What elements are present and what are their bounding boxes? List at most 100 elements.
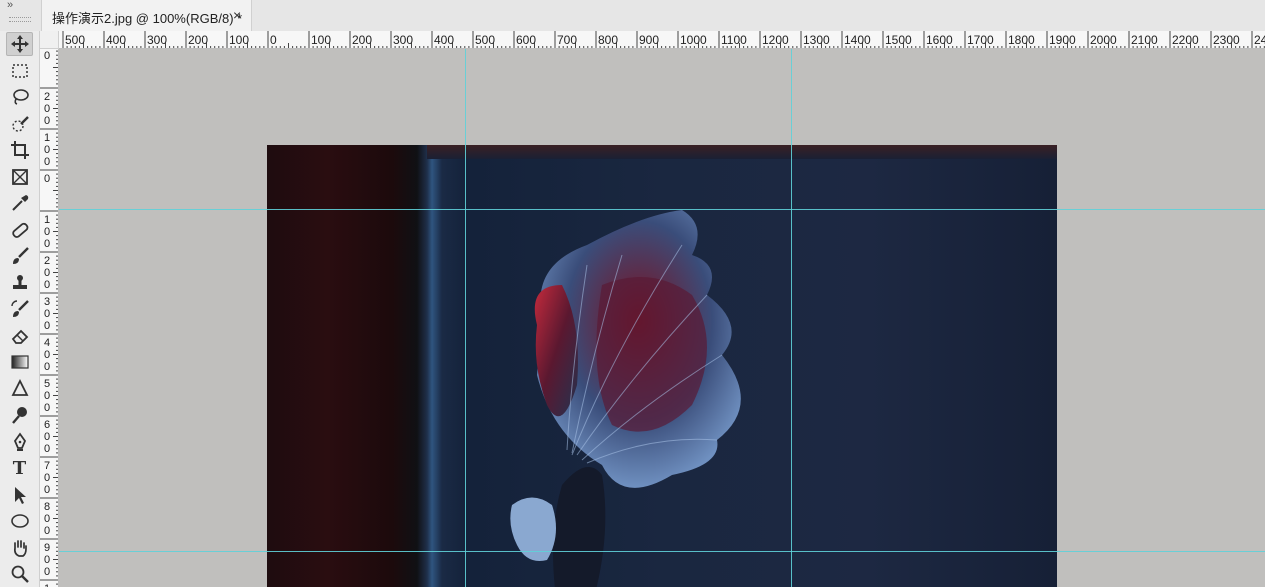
ruler-label: 1300 xyxy=(803,33,830,47)
grip-icon[interactable] xyxy=(9,17,31,22)
rect-marquee-icon xyxy=(11,64,28,78)
ruler-label: 300 xyxy=(147,33,168,47)
ruler-label: 0 xyxy=(43,50,51,62)
ruler-label: 1900 xyxy=(1049,33,1076,47)
lasso-icon xyxy=(12,89,29,105)
ruler-label: 3 xyxy=(43,296,51,308)
ruler-label: 400 xyxy=(106,33,127,47)
ruler-label: 900 xyxy=(639,33,660,47)
document-tab-title[interactable]: 操作演示2.jpg @ 100%(RGB/8) * xyxy=(52,8,242,27)
document-image[interactable] xyxy=(267,145,1057,587)
ruler-label: 24 xyxy=(1254,33,1265,47)
brush-tool[interactable] xyxy=(6,244,33,268)
ruler-label: 0 xyxy=(43,144,51,156)
dodge-tool[interactable] xyxy=(6,403,33,427)
zoom-tool[interactable] xyxy=(6,562,33,586)
frame-icon xyxy=(11,169,28,185)
ruler-label: 500 xyxy=(475,33,496,47)
ruler-label: 1000 xyxy=(680,33,707,47)
eyedropper-icon xyxy=(11,195,28,211)
ruler-label: 2100 xyxy=(1131,33,1158,47)
ruler-label: 2000 xyxy=(1090,33,1117,47)
ruler-label: 600 xyxy=(516,33,537,47)
ruler-label: 2300 xyxy=(1213,33,1240,47)
ruler-label: 2200 xyxy=(1172,33,1199,47)
ruler-label: 0 xyxy=(43,443,51,455)
ruler-label: 0 xyxy=(43,173,51,185)
ruler-label: 0 xyxy=(43,566,51,578)
frame-tool[interactable] xyxy=(6,165,33,189)
ruler-label: 100 xyxy=(229,33,250,47)
hand-icon xyxy=(13,540,27,557)
ruler-label: 0 xyxy=(43,390,51,402)
ruler-label: 0 xyxy=(43,115,51,127)
hand-tool[interactable] xyxy=(6,536,33,560)
horizontal-guide-1[interactable] xyxy=(59,209,1265,210)
history-brush-icon xyxy=(10,300,29,317)
move-icon xyxy=(10,35,29,53)
pen-icon xyxy=(13,432,26,451)
ruler-label: 1700 xyxy=(967,33,994,47)
quick-selection-tool[interactable] xyxy=(6,112,33,136)
ruler-label: 1800 xyxy=(1008,33,1035,47)
canvas-pasteboard[interactable] xyxy=(59,49,1265,587)
blur-icon xyxy=(11,379,28,396)
vertical-ruler[interactable]: 020010001002003004005006007008009001 xyxy=(40,49,59,587)
ellipse-icon xyxy=(10,514,29,528)
ruler-label: 1100 xyxy=(721,33,747,47)
vertical-guide-2[interactable] xyxy=(791,49,792,587)
crop-tool[interactable] xyxy=(6,138,33,162)
move-tool[interactable] xyxy=(6,32,33,56)
document-tab-bar: » 操作演示2.jpg @ 100%(RGB/8) * × xyxy=(0,0,1265,32)
blur-tool[interactable] xyxy=(6,377,33,401)
eraser-icon xyxy=(11,329,28,344)
ruler-label: 0 xyxy=(43,349,51,361)
collapse-chevron-icon[interactable]: » xyxy=(7,0,13,11)
ruler-label: 0 xyxy=(43,103,51,115)
ruler-label: 1 xyxy=(43,132,51,144)
stamp-icon xyxy=(12,275,27,289)
ruler-label: 0 xyxy=(43,156,51,168)
path-selection-tool[interactable] xyxy=(6,483,33,507)
ruler-label: 300 xyxy=(393,33,414,47)
ellipse-tool[interactable] xyxy=(6,509,33,533)
ruler-label: 1600 xyxy=(926,33,953,47)
arrow-icon xyxy=(14,487,26,504)
gradient-tool[interactable] xyxy=(6,350,33,374)
eraser-tool[interactable] xyxy=(6,324,33,348)
history-brush-tool[interactable] xyxy=(6,297,33,321)
clone-stamp-tool[interactable] xyxy=(6,271,33,295)
ruler-label: 0 xyxy=(43,472,51,484)
healing-brush-tool[interactable] xyxy=(6,218,33,242)
ruler-origin-corner[interactable] xyxy=(40,31,59,49)
gradient-icon xyxy=(10,355,29,369)
pen-tool[interactable] xyxy=(6,430,33,454)
type-tool[interactable]: T xyxy=(6,456,33,480)
lasso-tool[interactable] xyxy=(6,85,33,109)
ruler-label: 1200 xyxy=(762,33,789,47)
ruler-label: 4 xyxy=(43,337,51,349)
horizontal-guide-2[interactable] xyxy=(59,551,1265,552)
ruler-label: 0 xyxy=(43,267,51,279)
ruler-label: 2 xyxy=(43,91,51,103)
close-tab-icon[interactable]: × xyxy=(233,7,241,23)
ruler-label: 5 xyxy=(43,378,51,390)
ruler-label: 2 xyxy=(43,255,51,267)
horizontal-ruler[interactable]: 500 400 300 200 100 0 100 200 300 400 500 600 700 800… xyxy=(59,31,1265,49)
vertical-guide-1[interactable] xyxy=(465,49,466,587)
ruler-label: 100 xyxy=(311,33,332,47)
ruler-label: 8 xyxy=(43,501,51,513)
ruler-label: 0 xyxy=(43,226,51,238)
panel-collapse-button[interactable]: » xyxy=(0,0,40,31)
ruler-label: 0 xyxy=(43,320,51,332)
ruler-label: 1400 xyxy=(844,33,871,47)
ruler-label: 0 xyxy=(43,554,51,566)
crop-icon xyxy=(10,141,29,159)
ruler-label: 1 xyxy=(42,583,52,587)
eyedropper-tool[interactable] xyxy=(6,191,33,215)
ruler-label: 700 xyxy=(557,33,578,47)
ruler-label: 400 xyxy=(434,33,455,47)
ruler-label: 200 xyxy=(188,33,209,47)
document-tab[interactable]: 操作演示2.jpg @ 100%(RGB/8) * × xyxy=(41,0,252,31)
marquee-tool[interactable] xyxy=(6,59,33,83)
